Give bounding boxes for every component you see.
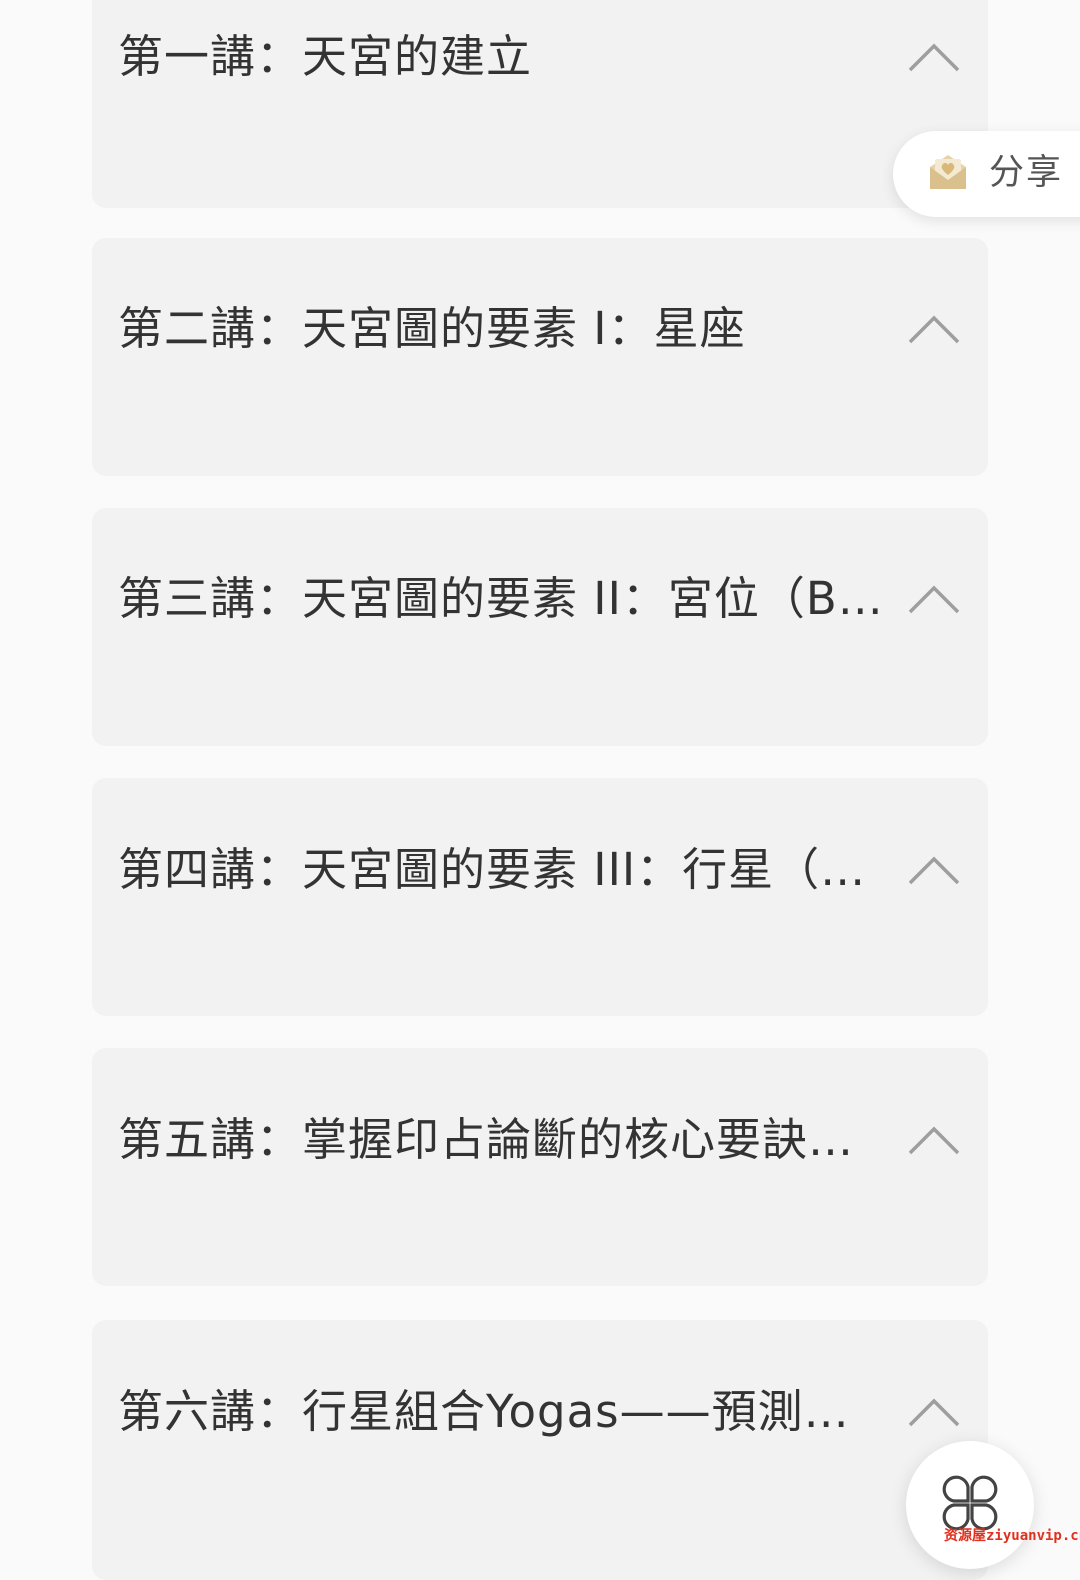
chevron-up-icon[interactable] (906, 308, 962, 348)
chevron-up-icon[interactable] (906, 578, 962, 618)
lesson-item[interactable]: 第二講：天宮圖的要素 I：星座 (92, 238, 988, 476)
lesson-item[interactable]: 第四講：天宮圖的要素 III：行星（Gr... (92, 778, 988, 1016)
lesson-title: 第三講：天宮圖的要素 II：宮位（Bh... (118, 572, 888, 625)
grid-menu-icon (940, 1473, 1000, 1533)
share-label: 分享 (989, 153, 1064, 193)
chevron-up-icon[interactable] (906, 1391, 962, 1431)
lesson-item[interactable]: 第三講：天宮圖的要素 II：宮位（Bh... (92, 508, 988, 746)
lesson-title: 第四講：天宮圖的要素 III：行星（Gr... (118, 843, 888, 896)
lesson-title: 第五講：掌握印占論斷的核心要訣：... (118, 1113, 888, 1166)
grid-menu-button[interactable] (906, 1441, 1034, 1569)
lesson-item[interactable]: 第六講：行星組合Yogas——預測的重... (92, 1320, 988, 1580)
share-envelope-icon (927, 151, 969, 193)
chevron-up-icon[interactable] (906, 849, 962, 889)
lesson-item[interactable]: 第一講：天宮的建立 (92, 0, 988, 208)
share-button[interactable]: 分享 (893, 131, 1080, 217)
watermark: 资源屋ziyuanvip.cn (944, 1528, 1080, 1544)
chevron-up-icon[interactable] (906, 36, 962, 76)
lesson-title: 第一講：天宮的建立 (118, 30, 533, 83)
lesson-item[interactable]: 第五講：掌握印占論斷的核心要訣：... (92, 1048, 988, 1286)
lesson-title: 第二講：天宮圖的要素 I：星座 (118, 302, 746, 355)
lesson-title: 第六講：行星組合Yogas——預測的重... (118, 1385, 888, 1438)
chevron-up-icon[interactable] (906, 1119, 962, 1159)
